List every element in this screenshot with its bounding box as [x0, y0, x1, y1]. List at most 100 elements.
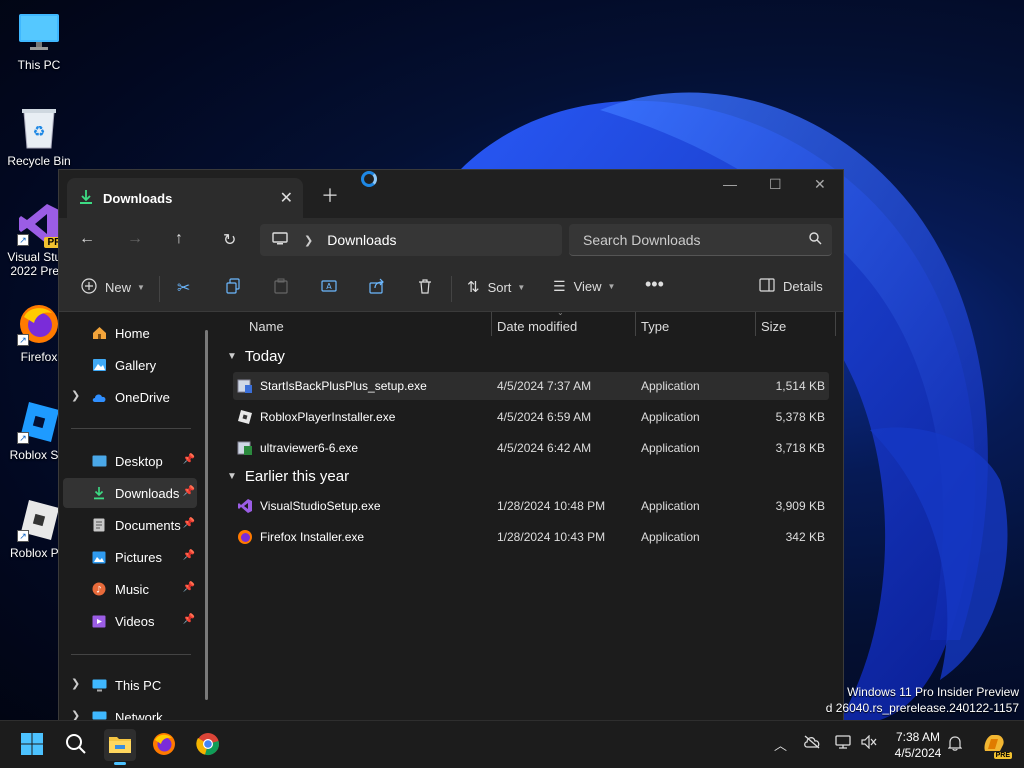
taskbar-file-explorer[interactable] [104, 729, 136, 765]
chevron-up-icon[interactable]: ︿ [774, 735, 787, 754]
toolbar-divider [451, 276, 452, 302]
svg-text:♪: ♪ [96, 586, 102, 596]
rename-button[interactable]: A [321, 278, 337, 297]
sidebar-item-onedrive[interactable]: ❯ OneDrive [63, 382, 197, 412]
file-name: RobloxPlayerInstaller.exe [260, 410, 396, 424]
copilot-button[interactable]: PRE [978, 729, 1012, 761]
cut-button[interactable]: ✂ [177, 278, 190, 298]
start-button[interactable] [16, 729, 48, 761]
column-header-name[interactable]: Name [249, 319, 284, 334]
pin-icon[interactable]: 📌 [183, 518, 195, 529]
refresh-button[interactable]: ↻ [223, 230, 236, 250]
sort-button[interactable]: ⇅ Sort ▼ [467, 278, 525, 296]
breadcrumb-chevron-icon: ❯ [304, 234, 314, 247]
address-bar[interactable]: ❯ Downloads [260, 224, 562, 256]
file-row[interactable]: RobloxPlayerInstaller.exe 4/5/2024 6:59 … [233, 403, 829, 431]
close-window-button[interactable]: ✕ [814, 176, 826, 193]
up-button[interactable]: ↑ [175, 230, 183, 248]
pin-icon[interactable]: 📌 [183, 486, 195, 497]
network-ethernet-icon[interactable] [835, 735, 851, 752]
sidebar-item-music[interactable]: ♪ Music 📌 [63, 574, 197, 604]
more-options-button[interactable]: ••• [645, 274, 664, 295]
copy-button[interactable] [225, 278, 241, 297]
firefox-icon [17, 302, 61, 346]
tab-downloads[interactable]: Downloads ✕ [67, 178, 303, 218]
title-bar: Downloads ✕ ＋ — ☐ ✕ [59, 170, 843, 218]
minimize-button[interactable]: — [723, 176, 737, 192]
chevron-down-icon: ▼ [517, 282, 526, 292]
sidebar-divider [71, 654, 191, 655]
music-icon: ♪ [91, 581, 107, 597]
pin-icon[interactable]: 📌 [183, 550, 195, 561]
file-name: VisualStudioSetup.exe [260, 499, 381, 513]
column-header-type[interactable]: Type [641, 319, 669, 334]
sidebar-item-downloads[interactable]: Downloads 📌 [63, 478, 197, 508]
desktop-icon-this-pc[interactable]: This PC [0, 10, 78, 72]
file-name: StartIsBackPlusPlus_setup.exe [260, 379, 427, 393]
group-header-today[interactable]: ▼ Today [227, 348, 285, 365]
pin-icon[interactable]: 📌 [183, 454, 195, 465]
notification-bell-icon[interactable] [947, 735, 963, 754]
sort-caret-icon: ⌄ [557, 308, 564, 317]
column-divider[interactable] [755, 312, 756, 336]
share-icon [369, 278, 385, 297]
file-row[interactable]: StartIsBackPlusPlus_setup.exe 4/5/2024 7… [233, 372, 829, 400]
pin-icon[interactable]: 📌 [183, 582, 195, 593]
cloud-icon [91, 389, 107, 405]
new-tab-button[interactable]: ＋ [321, 182, 339, 208]
clock-date: 4/5/2024 [894, 746, 942, 760]
sidebar-scrollbar[interactable] [205, 330, 208, 700]
forward-button[interactable]: → [127, 230, 143, 248]
sidebar-item-label: This PC [115, 677, 162, 693]
share-button[interactable] [369, 278, 385, 297]
desktop-icon-recycle-bin[interactable]: ♻ Recycle Bin [0, 106, 78, 168]
file-row[interactable]: VisualStudioSetup.exe 1/28/2024 10:48 PM… [233, 492, 829, 520]
desktop-icon-label: Firefox [20, 350, 58, 364]
paste-button[interactable] [273, 278, 289, 297]
maximize-button[interactable]: ☐ [769, 176, 782, 193]
group-header-earlier-this-year[interactable]: ▼ Earlier this year [227, 468, 349, 485]
firefox-file-icon [237, 529, 253, 545]
download-icon [91, 485, 107, 501]
sidebar-item-videos[interactable]: Videos 📌 [63, 606, 197, 636]
sidebar-item-pictures[interactable]: Pictures 📌 [63, 542, 197, 572]
column-divider[interactable] [835, 312, 836, 336]
delete-button[interactable] [417, 278, 433, 297]
group-label: Today [244, 348, 285, 365]
column-divider[interactable] [491, 312, 492, 336]
column-header-date[interactable]: Date modified [497, 319, 577, 334]
sidebar-item-gallery[interactable]: Gallery [63, 350, 197, 380]
back-button[interactable]: ← [79, 230, 95, 248]
search-input[interactable]: Search Downloads [569, 224, 832, 256]
details-button[interactable]: Details [759, 278, 823, 295]
column-header-size[interactable]: Size [761, 319, 786, 334]
sidebar-item-label: Pictures [115, 549, 162, 565]
ultraviewer-file-icon [237, 440, 253, 456]
column-divider[interactable] [635, 312, 636, 336]
monitor-icon [17, 10, 61, 54]
system-clock[interactable]: 7:38 AM 4/5/2024 [886, 729, 950, 761]
sidebar-item-this-pc[interactable]: ❯ This PC [63, 670, 197, 700]
view-label: View [573, 279, 602, 294]
search-icon [65, 733, 87, 758]
shortcut-arrow-icon [17, 432, 29, 444]
close-tab-icon[interactable]: ✕ [280, 188, 293, 208]
chevron-down-icon: ▼ [607, 282, 616, 291]
new-button[interactable]: New ▼ [81, 278, 145, 297]
taskbar-chrome[interactable] [192, 729, 224, 761]
file-row[interactable]: ultraviewer6-6.exe 4/5/2024 6:42 AM Appl… [233, 434, 829, 462]
breadcrumb-downloads[interactable]: Downloads [327, 232, 396, 248]
sidebar-item-home[interactable]: Home [63, 318, 197, 348]
folder-icon [108, 734, 132, 757]
pin-icon[interactable]: 📌 [183, 614, 195, 625]
taskbar-firefox[interactable] [148, 729, 180, 761]
file-row[interactable]: Firefox Installer.exe 1/28/2024 10:43 PM… [233, 523, 829, 551]
view-button[interactable]: ☰ View ▼ [553, 278, 615, 295]
search-button[interactable] [60, 729, 92, 761]
sidebar-item-documents[interactable]: Documents 📌 [63, 510, 197, 540]
cloud-offline-icon[interactable] [803, 735, 821, 752]
file-date: 4/5/2024 6:59 AM [497, 410, 592, 424]
volume-muted-icon[interactable] [861, 734, 877, 752]
details-pane-icon [759, 278, 775, 295]
sidebar-item-desktop[interactable]: Desktop 📌 [63, 446, 197, 476]
